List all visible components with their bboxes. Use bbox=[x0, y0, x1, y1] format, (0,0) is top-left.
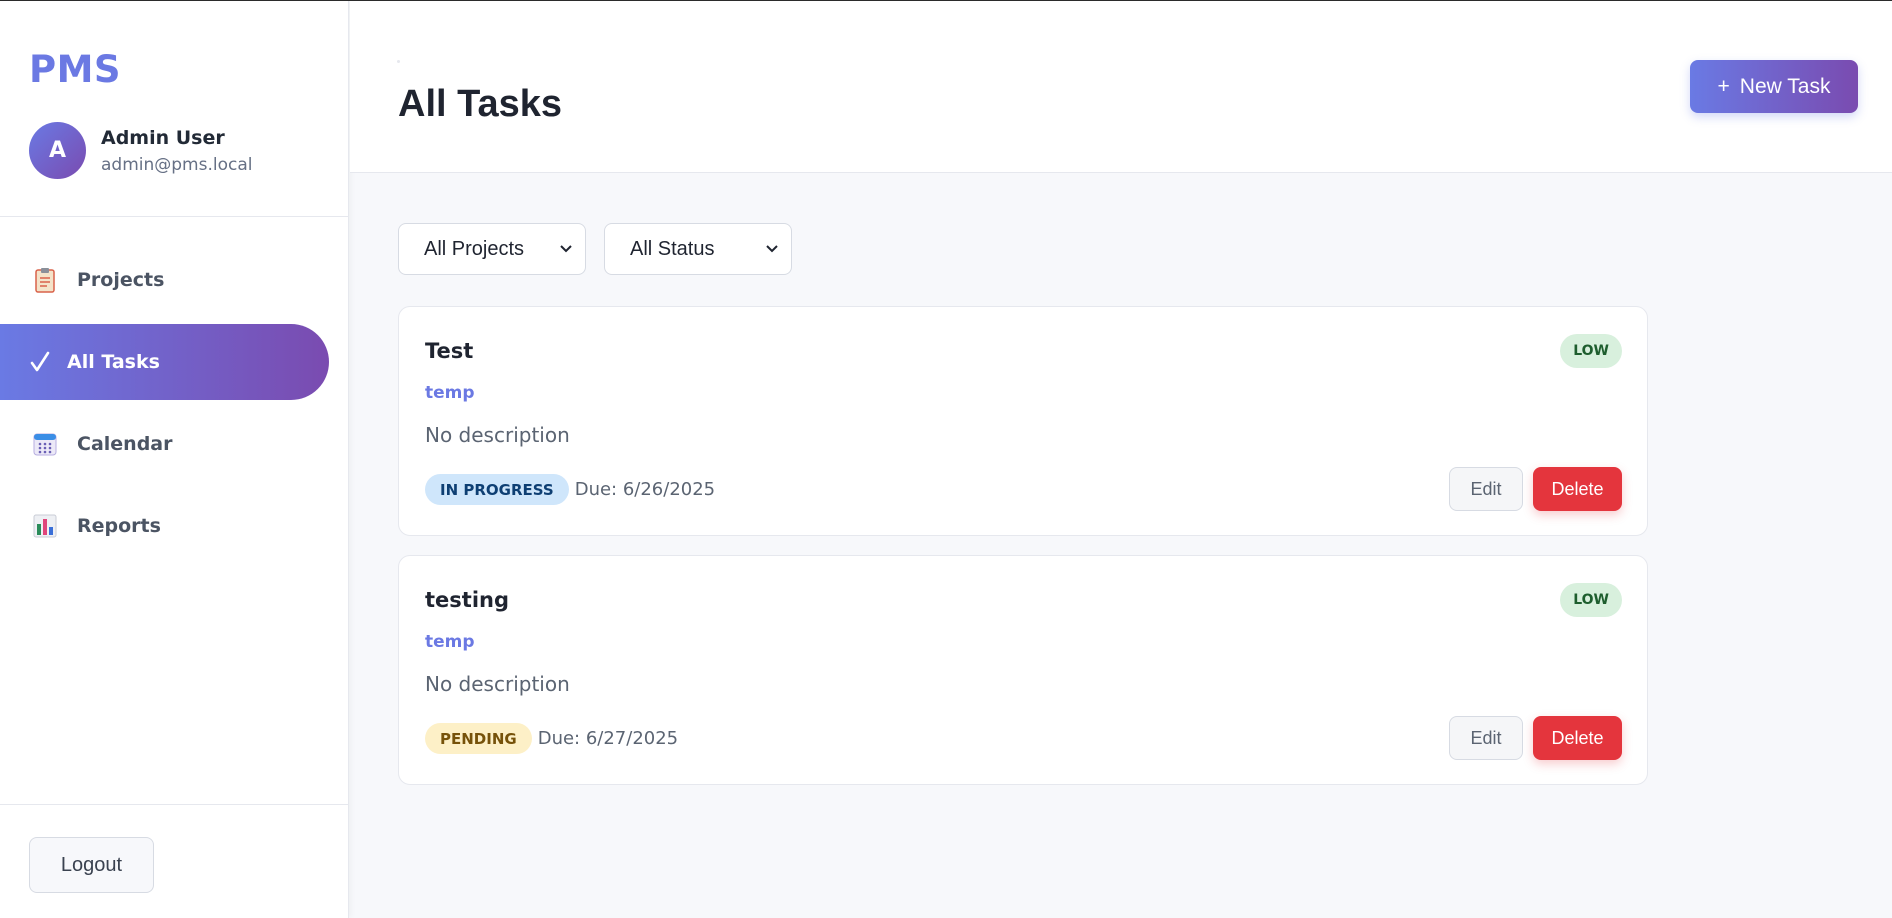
task-list: Test LOW temp No description IN PROGRESS… bbox=[398, 306, 1648, 804]
sidebar-item-calendar[interactable]: Calendar bbox=[0, 406, 329, 482]
edit-button[interactable]: Edit bbox=[1449, 467, 1523, 511]
status-badge: PENDING bbox=[425, 723, 532, 754]
edit-button[interactable]: Edit bbox=[1449, 716, 1523, 760]
priority-badge: LOW bbox=[1560, 334, 1622, 368]
task-title: Test bbox=[425, 339, 474, 363]
calendar-icon bbox=[32, 431, 58, 457]
task-card[interactable]: testing LOW temp No description PENDING … bbox=[398, 555, 1648, 785]
task-due-date: Due: 6/27/2025 bbox=[537, 728, 679, 749]
status-badge: IN PROGRESS bbox=[425, 474, 569, 505]
delete-button[interactable]: Delete bbox=[1533, 467, 1622, 511]
page-title: All Tasks bbox=[398, 83, 563, 125]
app-logo[interactable]: PMS bbox=[29, 48, 121, 91]
sidebar-item-all-tasks[interactable]: All Tasks bbox=[0, 324, 329, 400]
sidebar-item-label: Calendar bbox=[77, 433, 173, 455]
user-info: Admin User admin@pms.local bbox=[101, 127, 253, 175]
sidebar-item-label: Reports bbox=[77, 515, 161, 537]
clipboard-icon bbox=[32, 267, 58, 293]
task-project-link[interactable]: temp bbox=[425, 632, 475, 652]
new-task-button[interactable]: + New Task bbox=[1690, 60, 1858, 113]
task-title: testing bbox=[425, 588, 509, 612]
task-actions: Edit Delete bbox=[1449, 467, 1622, 511]
chevron-down-icon bbox=[559, 242, 573, 256]
task-filters: All Projects All Status bbox=[398, 223, 810, 275]
chevron-down-icon bbox=[765, 242, 779, 256]
delete-button[interactable]: Delete bbox=[1533, 716, 1622, 760]
bar-chart-icon bbox=[32, 513, 58, 539]
sidebar-divider bbox=[0, 216, 349, 217]
sidebar-item-projects[interactable]: Projects bbox=[0, 242, 329, 318]
user-profile: A Admin User admin@pms.local bbox=[29, 122, 253, 179]
project-filter-value: All Projects bbox=[424, 237, 525, 260]
sidebar-item-reports[interactable]: Reports bbox=[0, 488, 329, 564]
status-filter-value: All Status bbox=[630, 237, 715, 260]
task-meta: PENDING Due: 6/27/2025 bbox=[425, 723, 678, 754]
task-due-date: Due: 6/26/2025 bbox=[574, 479, 716, 500]
page-header: All Tasks + New Task bbox=[350, 1, 1892, 173]
window-top-border bbox=[0, 0, 1892, 1]
task-card[interactable]: Test LOW temp No description IN PROGRESS… bbox=[398, 306, 1648, 536]
status-filter-select[interactable]: All Status bbox=[604, 223, 792, 275]
logout-button[interactable]: Logout bbox=[29, 837, 154, 893]
check-icon bbox=[29, 349, 51, 375]
plus-icon: + bbox=[1717, 74, 1730, 98]
project-filter-select[interactable]: All Projects bbox=[398, 223, 586, 275]
task-description: No description bbox=[425, 672, 570, 696]
user-email: admin@pms.local bbox=[101, 154, 253, 175]
task-description: No description bbox=[425, 423, 570, 447]
new-task-label: New Task bbox=[1739, 74, 1831, 98]
sidebar: PMS A Admin User admin@pms.local Project… bbox=[0, 0, 349, 918]
task-actions: Edit Delete bbox=[1449, 716, 1622, 760]
user-name: Admin User bbox=[101, 126, 225, 149]
task-meta: IN PROGRESS Due: 6/26/2025 bbox=[425, 474, 715, 505]
avatar: A bbox=[29, 122, 86, 179]
sidebar-nav: Projects All Tasks Calendar Reports bbox=[0, 242, 349, 570]
decorative-dot bbox=[397, 60, 400, 63]
sidebar-item-label: Projects bbox=[77, 269, 165, 291]
sidebar-item-label: All Tasks bbox=[67, 351, 160, 373]
priority-badge: LOW bbox=[1560, 583, 1622, 617]
task-project-link[interactable]: temp bbox=[425, 383, 475, 403]
sidebar-divider bbox=[0, 804, 349, 805]
